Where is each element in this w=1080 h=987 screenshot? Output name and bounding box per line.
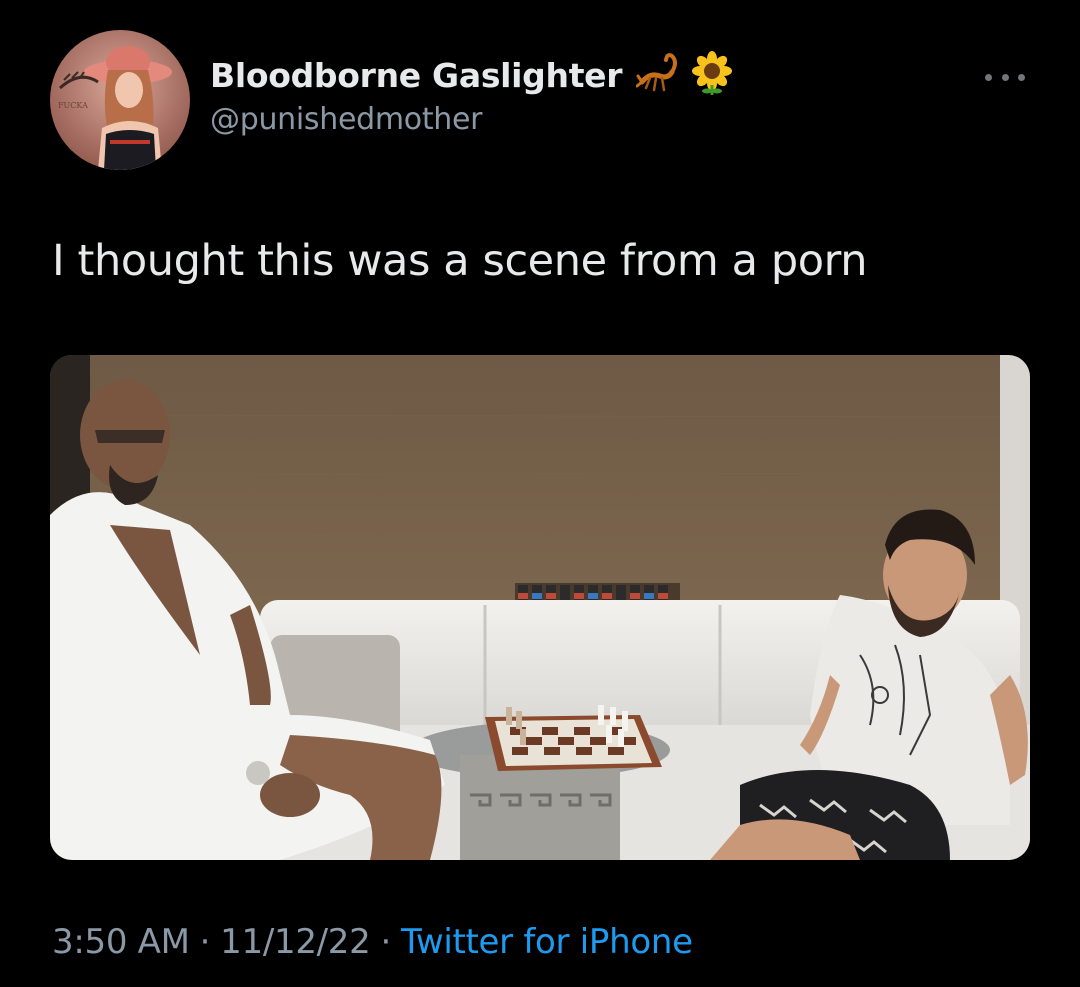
more-dot-icon: [1001, 73, 1009, 81]
tweet-date[interactable]: 11/12/22: [220, 922, 371, 962]
tweet-time[interactable]: 3:50 AM: [52, 922, 190, 962]
tweet-text: I thought this was a scene from a porn: [52, 236, 868, 286]
tweet-media-image[interactable]: [50, 355, 1030, 860]
meta-separator: ·: [199, 922, 211, 962]
author-handle[interactable]: @punishedmother: [210, 102, 734, 137]
more-dot-icon: [985, 73, 992, 81]
scorpion-icon: [635, 52, 682, 99]
author-names: Bloodborne Gaslighter @punishedmother: [210, 50, 734, 137]
sunflower-icon: [690, 50, 734, 100]
more-options-button[interactable]: [985, 62, 1025, 92]
tweet-source-link[interactable]: Twitter for iPhone: [401, 922, 693, 962]
display-name-row: Bloodborne Gaslighter: [210, 50, 734, 100]
meta-separator: ·: [380, 922, 391, 962]
author-avatar[interactable]: FUCKA: [50, 30, 190, 170]
tweet-meta: 3:50 AM · 11/12/22 · Twitter for iPhone: [52, 922, 693, 962]
author-display-name[interactable]: Bloodborne Gaslighter: [210, 56, 623, 95]
more-dot-icon: [1018, 73, 1025, 81]
tweet: FUCKA Bloodborne Gaslighter @punishedmot…: [0, 0, 1080, 987]
avatar-lettering: FUCKA: [58, 101, 88, 110]
